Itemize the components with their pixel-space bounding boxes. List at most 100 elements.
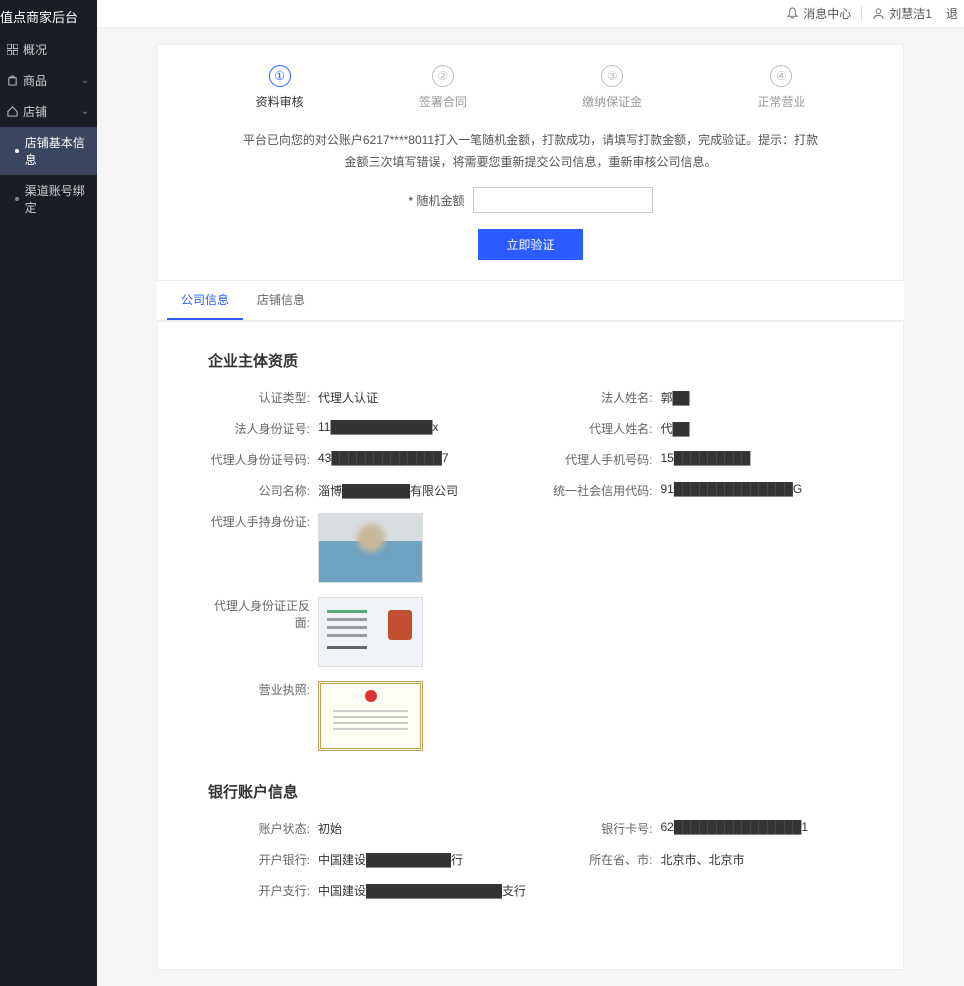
home-icon [6,106,18,118]
step-3: ③ 缴纳保证金 [582,65,642,110]
nav-channel-bind[interactable]: 渠道账号绑定 [0,175,97,223]
value: 15█████████ [661,451,751,465]
nav-products[interactable]: 商品 ⌄ [0,65,97,96]
bag-icon [6,75,18,87]
messages-link[interactable]: 消息中心 [786,5,851,22]
value: 郭██ [661,389,690,406]
step-label: 正常营业 [757,93,805,110]
section-title-bank: 银行账户信息 [208,781,853,802]
dot-icon [15,149,19,153]
label: 开户银行: [208,851,318,868]
chevron-down-icon: ⌄ [81,75,89,86]
label: 代理人身份证号码: [208,451,318,468]
grid-icon [6,44,18,56]
label: 账户状态: [208,820,318,837]
step-label: 签署合同 [419,93,467,110]
app-title: 值点商家后台 [0,0,97,34]
company-card: 企业主体资质 认证类型: 代理人认证 法人姓名: 郭██ 法人身份证号: 11█… [157,321,904,970]
license-image[interactable] [318,681,423,751]
agent-id-both-image[interactable] [318,597,423,667]
value: 北京市、北京市 [661,851,745,868]
step-number: ③ [601,65,623,87]
bell-icon [786,7,799,20]
nav-store[interactable]: 店铺 ⌄ [0,96,97,127]
verify-desc: 平台已向您的对公账户6217****8011打入一笔随机金额，打款成功，请填写打… [198,130,863,173]
chevron-down-icon: ⌄ [81,106,89,117]
label: 代理人姓名: [551,420,661,437]
row-legal-name: 法人姓名: 郭██ [551,389,854,406]
step-label: 资料审核 [256,93,304,110]
value: 11████████████x [318,420,438,434]
nav-label: 渠道账号绑定 [25,182,91,216]
label: 开户支行: [208,882,318,899]
row-bank: 开户银行: 中国建设██████████行 [208,851,511,868]
agent-hold-id-image[interactable] [318,513,423,583]
row-license: 营业执照: [208,681,853,751]
nav-overview[interactable]: 概况 [0,34,97,65]
step-2: ② 签署合同 [419,65,467,110]
user-menu[interactable]: 刘慧洁1 [872,5,932,22]
tab-company[interactable]: 公司信息 [167,281,243,320]
username: 刘慧洁1 [889,5,932,22]
label: 法人姓名: [551,389,661,406]
row-company-name: 公司名称: 淄博████████有限公司 [208,482,511,499]
row-legal-id: 法人身份证号: 11████████████x [208,420,511,437]
row-auth-type: 认证类型: 代理人认证 [208,389,511,406]
row-branch: 开户支行: 中国建设████████████████支行 [208,882,853,899]
label: 所在省、市: [551,851,661,868]
nav-label: 商品 [23,72,47,89]
label: 法人身份证号: [208,420,318,437]
row-agent-phone: 代理人手机号码: 15█████████ [551,451,854,468]
value: 代理人认证 [318,389,378,406]
amount-input[interactable] [473,187,653,213]
label: 代理人手持身份证: [208,513,318,530]
logout-label: 退 [946,5,958,22]
row-card: 银行卡号: 62███████████████1 [551,820,854,837]
sidebar: 值点商家后台 概况 商品 ⌄ 店铺 ⌄ 店铺基本信息 [0,0,97,986]
step-1: ① 资料审核 [256,65,304,110]
step-number: ④ [770,65,792,87]
section-title-company: 企业主体资质 [208,350,853,371]
row-region: 所在省、市: 北京市、北京市 [551,851,854,868]
label: 营业执照: [208,681,318,698]
verify-button[interactable]: 立即验证 [478,229,582,260]
messages-label: 消息中心 [803,5,851,22]
header: 消息中心 刘慧洁1 退 [97,0,964,28]
label: 统一社会信用代码: [551,482,661,499]
amount-row: * 随机金额 [198,187,863,213]
label: 代理人手机号码: [551,451,661,468]
step-number: ② [432,65,454,87]
label: 银行卡号: [551,820,661,837]
value: 43█████████████7 [318,451,449,465]
row-credit-code: 统一社会信用代码: 91██████████████G [551,482,854,499]
value: 62███████████████1 [661,820,809,834]
user-icon [872,7,885,20]
logout-link[interactable]: 退 [946,5,958,22]
tab-store[interactable]: 店铺信息 [243,281,319,320]
row-agent-name: 代理人姓名: 代██ [551,420,854,437]
nav-store-basic[interactable]: 店铺基本信息 [0,127,97,175]
label: 公司名称: [208,482,318,499]
value: 代██ [661,420,690,437]
tabs: 公司信息 店铺信息 [157,281,904,321]
label: 认证类型: [208,389,318,406]
step-label: 缴纳保证金 [582,93,642,110]
value: 中国建设██████████行 [318,851,463,868]
label: 代理人身份证正反面: [208,597,318,631]
nav-label: 概况 [23,41,47,58]
steps: ① 资料审核 ② 签署合同 ③ 缴纳保证金 ④ 正常营业 [198,65,863,110]
divider [861,6,862,22]
value: 淄博████████有限公司 [318,482,458,499]
value: 中国建设████████████████支行 [318,882,526,899]
dot-icon [15,197,19,201]
nav-label: 店铺基本信息 [25,134,91,168]
row-agent-id-both: 代理人身份证正反面: [208,597,853,667]
row-agent-id: 代理人身份证号码: 43█████████████7 [208,451,511,468]
row-account-status: 账户状态: 初始 [208,820,511,837]
row-agent-hold-id: 代理人手持身份证: [208,513,853,583]
value: 91██████████████G [661,482,803,496]
step-number: ① [269,65,291,87]
step-4: ④ 正常营业 [757,65,805,110]
verify-card: ① 资料审核 ② 签署合同 ③ 缴纳保证金 ④ 正常营业 [157,44,904,281]
value: 初始 [318,820,342,837]
